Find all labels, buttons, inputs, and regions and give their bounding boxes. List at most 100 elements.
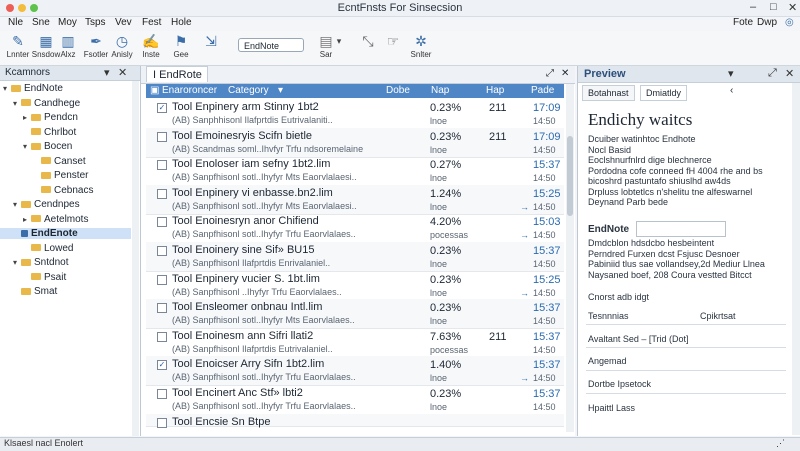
- tree-item[interactable]: Penster: [33, 170, 88, 181]
- menu-item-help[interactable]: Hole: [171, 17, 192, 28]
- row-checkbox[interactable]: [157, 303, 167, 314]
- tree-item[interactable]: Psait: [23, 272, 66, 283]
- tree-toggle-icon[interactable]: ▾: [13, 200, 21, 209]
- toolbar-button-7[interactable]: ⚑ Gee: [165, 33, 197, 59]
- chevron-down-icon[interactable]: ▾: [278, 85, 283, 96]
- tree-toggle-icon[interactable]: ▸: [23, 113, 31, 122]
- tree-item[interactable]: Lowed: [23, 243, 73, 254]
- library-select[interactable]: EndNote: [238, 38, 304, 52]
- close-icon[interactable]: ✕: [788, 1, 797, 14]
- row-checkbox[interactable]: [157, 217, 167, 228]
- filter-button[interactable]: ✲ Snlter: [405, 33, 437, 59]
- grip-icon[interactable]: ⋰: [776, 438, 785, 449]
- column-date[interactable]: Dobe: [386, 85, 410, 96]
- menu-item-tools[interactable]: Tsps: [85, 17, 106, 28]
- close-icon[interactable]: ✕: [118, 66, 127, 79]
- row-checkbox[interactable]: [157, 188, 167, 199]
- row-checkbox[interactable]: [157, 274, 167, 285]
- menu-item-right-1[interactable]: Fote: [733, 17, 753, 28]
- row-checkbox[interactable]: [157, 417, 167, 428]
- tree-item[interactable]: ▸ Aetelmots: [23, 214, 88, 225]
- row-checkbox[interactable]: [157, 331, 167, 342]
- table-row[interactable]: Tool Encsie Sn Btpe: [146, 413, 564, 428]
- reference-title: Tool Enpinery arm Stinny 1bt2: [172, 101, 319, 113]
- row-checkbox[interactable]: [157, 160, 167, 171]
- tree-item[interactable]: Canset: [33, 156, 86, 167]
- restore-icon[interactable]: □: [770, 1, 777, 13]
- row-checkbox[interactable]: [157, 131, 167, 142]
- row-checkbox[interactable]: ✓: [157, 360, 167, 371]
- tree-item[interactable]: ▾ Cendnpes: [13, 199, 80, 210]
- tree-item[interactable]: ▸ Pendcn: [23, 112, 78, 123]
- reference-title: Tool Enpinery vucier S. 1bt.lim: [172, 272, 320, 285]
- sort-icon[interactable]: ▣: [150, 85, 159, 96]
- expand-icon[interactable]: ⤢: [768, 67, 777, 80]
- table-row[interactable]: ✓ Tool Enoicser Arry Sifn 1bt2.lim (AB) Sa…: [146, 356, 564, 387]
- table-row[interactable]: Tool Enoinery sine Sif» BU15 (AB) Sanpfhi…: [146, 242, 564, 272]
- column-page[interactable]: Pade: [531, 85, 554, 96]
- field-input[interactable]: [636, 221, 726, 237]
- stack-dropdown[interactable]: ▾: [330, 33, 346, 49]
- toolbar-button-5[interactable]: ◷ Anisly: [106, 33, 138, 59]
- tree-toggle-icon[interactable]: ▾: [13, 258, 21, 267]
- help-icon[interactable]: ◎: [785, 17, 794, 28]
- tree-toggle-icon[interactable]: ▸: [23, 215, 31, 224]
- menu-item-edit[interactable]: Sne: [32, 17, 50, 28]
- column-hap[interactable]: Hap: [486, 85, 504, 96]
- preview-heading: Endichy waitcs: [588, 110, 693, 129]
- tree-item[interactable]: ▾ Sntdnot: [13, 257, 68, 268]
- reference-percent: 7.63%: [430, 330, 462, 343]
- tree-toggle-icon[interactable]: ▾: [13, 99, 21, 108]
- menu-item-groups[interactable]: Fest: [142, 17, 161, 28]
- column-nap[interactable]: Nap: [431, 85, 449, 96]
- table-row[interactable]: Tool Enoloser iam sefny 1bt2.lim (AB) San…: [146, 156, 564, 187]
- table-row[interactable]: Tool Enpinery vucier S. 1bt.lim (AB) Sanp…: [146, 271, 564, 301]
- toolbar-label: Sar: [319, 50, 333, 59]
- tree-item[interactable]: Chrlbot: [23, 127, 76, 138]
- tree-item[interactable]: ▾ Candhege: [13, 98, 80, 109]
- scrollbar-thumb[interactable]: [567, 136, 573, 216]
- toolbar-button-8[interactable]: ⇲: [195, 33, 227, 49]
- table-row[interactable]: Tool Enpinery vi enbasse.bn2.lim (AB) San…: [146, 184, 564, 215]
- tab-library[interactable]: I EndRote: [146, 66, 208, 82]
- minimize-icon[interactable]: –: [750, 1, 756, 13]
- close-icon[interactable]: ✕: [561, 68, 569, 79]
- scrollbar[interactable]: [132, 81, 139, 436]
- expand-icon[interactable]: ⤢: [546, 68, 554, 79]
- reference-status: lnoe: [430, 259, 448, 269]
- table-row[interactable]: Tool Ensleomer onbnau Intl.lim (AB) Sanpf…: [146, 299, 564, 330]
- arrow-icon[interactable]: →: [520, 230, 529, 240]
- column-category[interactable]: Category: [228, 85, 269, 96]
- chevron-down-icon[interactable]: ▾: [728, 67, 734, 80]
- close-icon[interactable]: ✕: [785, 67, 794, 80]
- menu-item-right-2[interactable]: Dwp: [757, 17, 777, 28]
- tree-item[interactable]: Cebnacs: [33, 185, 93, 196]
- tree-item[interactable]: Smat: [13, 286, 57, 297]
- table-row[interactable]: ✓ Tool Enpinery arm Stinny 1bt2 (AB) Sanph…: [146, 99, 564, 129]
- row-checkbox[interactable]: ✓: [157, 103, 167, 113]
- arrow-icon[interactable]: →: [520, 202, 529, 212]
- tree-toggle-icon[interactable]: ▾: [23, 142, 31, 151]
- table-row[interactable]: Tool Encinert Anc Stf» lbti2 (AB) Sanpfhi…: [146, 385, 564, 415]
- chevron-left-icon[interactable]: ‹: [730, 85, 733, 96]
- arrow-icon[interactable]: →: [520, 288, 529, 298]
- scrollbar[interactable]: [792, 83, 800, 435]
- table-row[interactable]: Tool Emoinesryis Scifn bietle (AB) Scandm…: [146, 127, 564, 158]
- tree-item[interactable]: EndEnote: [0, 228, 131, 239]
- menu-item-view[interactable]: Moy: [58, 17, 77, 28]
- row-checkbox[interactable]: [157, 389, 167, 399]
- table-row[interactable]: Tool Enoinesm ann Sifri llati2 (AB) Sanpf…: [146, 328, 564, 358]
- tab-bibliography[interactable]: Botahnast: [582, 85, 635, 101]
- tab-details[interactable]: Dmiatldy: [640, 85, 688, 101]
- column-author[interactable]: Enaroroncer: [162, 85, 217, 96]
- chevron-down-icon[interactable]: ▾: [104, 66, 110, 79]
- toolbar-button-6[interactable]: ✍ Inste: [135, 33, 167, 59]
- table-row[interactable]: Tool Enoinesryn anor Chifiend (AB) Sanpfh…: [146, 213, 564, 244]
- tree-item[interactable]: ▾ Bocen: [23, 141, 72, 152]
- tree-toggle-icon[interactable]: ▾: [3, 84, 11, 93]
- arrow-icon[interactable]: →: [520, 373, 529, 383]
- menu-item-file[interactable]: Nle: [8, 17, 23, 28]
- tree-item[interactable]: ▾ EndNote: [3, 83, 63, 94]
- row-checkbox[interactable]: [157, 246, 167, 256]
- menu-item-references[interactable]: Vev: [115, 17, 132, 28]
